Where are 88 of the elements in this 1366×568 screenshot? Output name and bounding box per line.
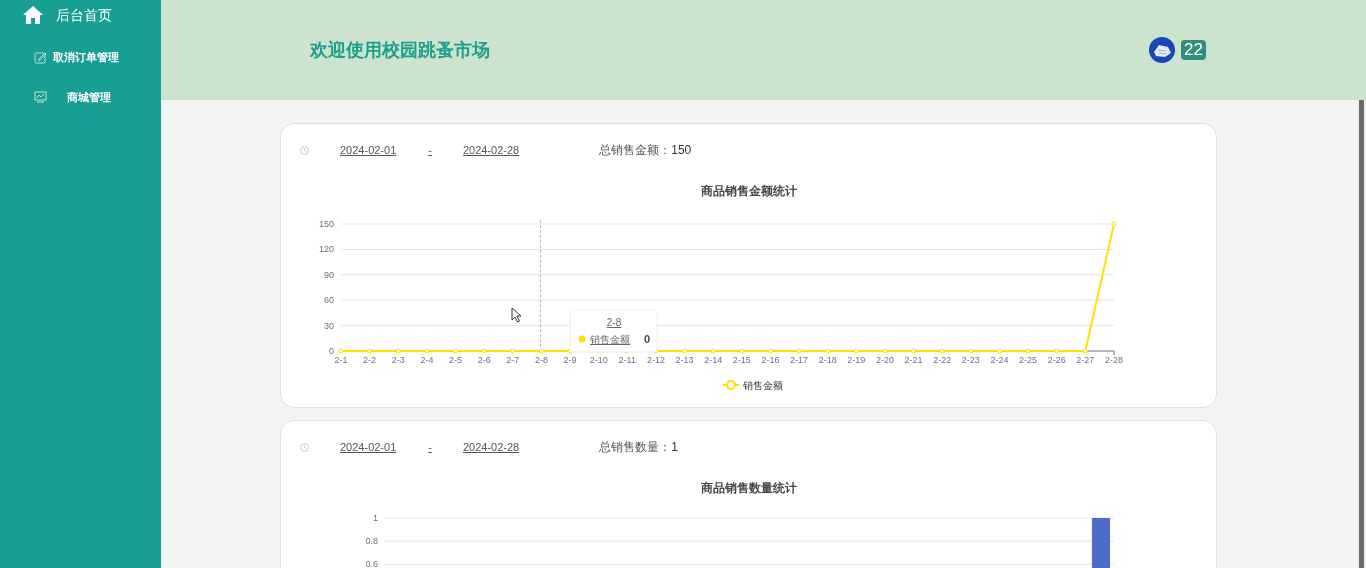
axis-tick-label: 2-16	[761, 355, 780, 365]
axis-tick-label: 2-12	[646, 355, 665, 365]
axis-tick-label: 90	[324, 269, 334, 280]
axis-tick-label: 2-14	[704, 355, 723, 365]
data-point	[682, 348, 688, 354]
axis-tick-label: 2-24	[990, 355, 1009, 365]
data-point	[1111, 221, 1117, 227]
axis-tick-label: 2-17	[790, 355, 809, 365]
axis-tick-label: 2-25	[1019, 355, 1038, 365]
end-date-input[interactable]: 2024-02-28	[462, 141, 520, 159]
axis-tick-label: 2-1	[334, 355, 348, 365]
chart-title: 商品销售金额统计	[701, 184, 797, 198]
data-point	[481, 348, 487, 354]
data-point	[453, 348, 458, 354]
data-point	[338, 348, 344, 354]
mouse-cursor-icon	[511, 307, 523, 323]
avatar-icon[interactable]	[1149, 37, 1176, 63]
data-point	[882, 348, 888, 354]
axis-tick-label: 2-20	[875, 355, 894, 365]
total-label: 总销售数量：	[599, 439, 672, 456]
start-date-input[interactable]: 2024-02-01	[340, 438, 397, 456]
data-point	[968, 348, 974, 354]
legend-label[interactable]: 销售金额	[743, 380, 783, 391]
axis-tick-label: 2-9	[563, 355, 577, 365]
clock-icon	[300, 442, 309, 452]
axis-tick-label: 1	[373, 513, 378, 523]
data-point	[997, 348, 1002, 354]
data-point	[538, 348, 544, 354]
axis-tick-label: 0.6	[365, 559, 378, 568]
data-point	[825, 348, 831, 354]
axis-tick-label: 2-8	[534, 355, 548, 365]
axis-tick-label: 2-27	[1076, 355, 1095, 365]
axis-tick-label: 2-6	[477, 355, 491, 365]
end-date-input[interactable]: 2024-02-28	[462, 438, 520, 456]
data-point	[1054, 348, 1060, 354]
axis-tick-label: 2-21	[904, 355, 923, 365]
axis-tick-label: 0	[329, 346, 334, 356]
data-point	[1025, 348, 1031, 354]
axis-tick-label: 2-10	[589, 355, 608, 365]
axis-tick-label: 2-26	[1047, 355, 1066, 365]
axis-tick-label: 2-11	[618, 355, 636, 365]
tooltip-value: 0	[643, 333, 650, 345]
chart-title: 商品销售数量统计	[701, 481, 797, 495]
axis-tick-label: 2-7	[506, 355, 520, 365]
data-point	[710, 348, 716, 354]
data-point	[796, 348, 802, 354]
clock-icon	[300, 145, 309, 155]
axis-tick-label: 2-15	[732, 355, 751, 365]
total-value: 150	[671, 142, 692, 159]
data-point	[367, 348, 373, 354]
total-value: 1	[671, 439, 678, 456]
axis-tick-label: 2-4	[420, 355, 434, 365]
axis-tick-label: 2-13	[675, 355, 694, 365]
data-point	[767, 348, 773, 354]
data-point	[911, 348, 917, 354]
data-point	[395, 348, 401, 354]
axis-tick-label: 120	[318, 244, 334, 255]
axis-tick-label: 2-23	[961, 355, 980, 365]
tooltip-title: 2-8	[606, 317, 622, 328]
start-date-input[interactable]: 2024-02-01	[340, 141, 397, 159]
axis-tick-label: 150	[318, 219, 334, 229]
total-label: 总销售金额：	[599, 142, 672, 159]
axis-tick-label: 60	[324, 295, 334, 306]
axis-tick-label: 2-2	[363, 355, 377, 365]
date-separator: -	[428, 439, 432, 455]
data-point	[939, 348, 945, 354]
legend-marker-icon[interactable]	[722, 380, 740, 390]
data-point	[853, 348, 859, 354]
edit-icon	[34, 50, 47, 64]
axis-tick-label: 2-22	[933, 355, 952, 365]
axis-tick-label: 2-19	[847, 355, 866, 365]
axis-tick-label: 2-3	[391, 355, 405, 365]
username: 22	[1181, 40, 1206, 60]
home-icon	[22, 5, 44, 25]
series-dot-icon	[578, 335, 586, 343]
data-point	[424, 348, 430, 354]
data-point	[510, 348, 516, 354]
monitor-chart-icon	[34, 91, 47, 103]
data-point	[1082, 348, 1088, 354]
axis-tick-label: 2-5	[449, 355, 463, 365]
tooltip-series-name: 销售金额	[590, 334, 630, 345]
axis-tick-label: 2-18	[818, 355, 837, 365]
date-separator: -	[428, 142, 432, 158]
axis-tick-label: 2-28	[1105, 355, 1123, 365]
axis-tick-label: 30	[324, 320, 334, 331]
data-point	[739, 348, 745, 354]
welcome-title: 欢迎使用校园跳蚤市场	[310, 38, 490, 62]
axis-tick-label: 0.8	[365, 536, 378, 547]
